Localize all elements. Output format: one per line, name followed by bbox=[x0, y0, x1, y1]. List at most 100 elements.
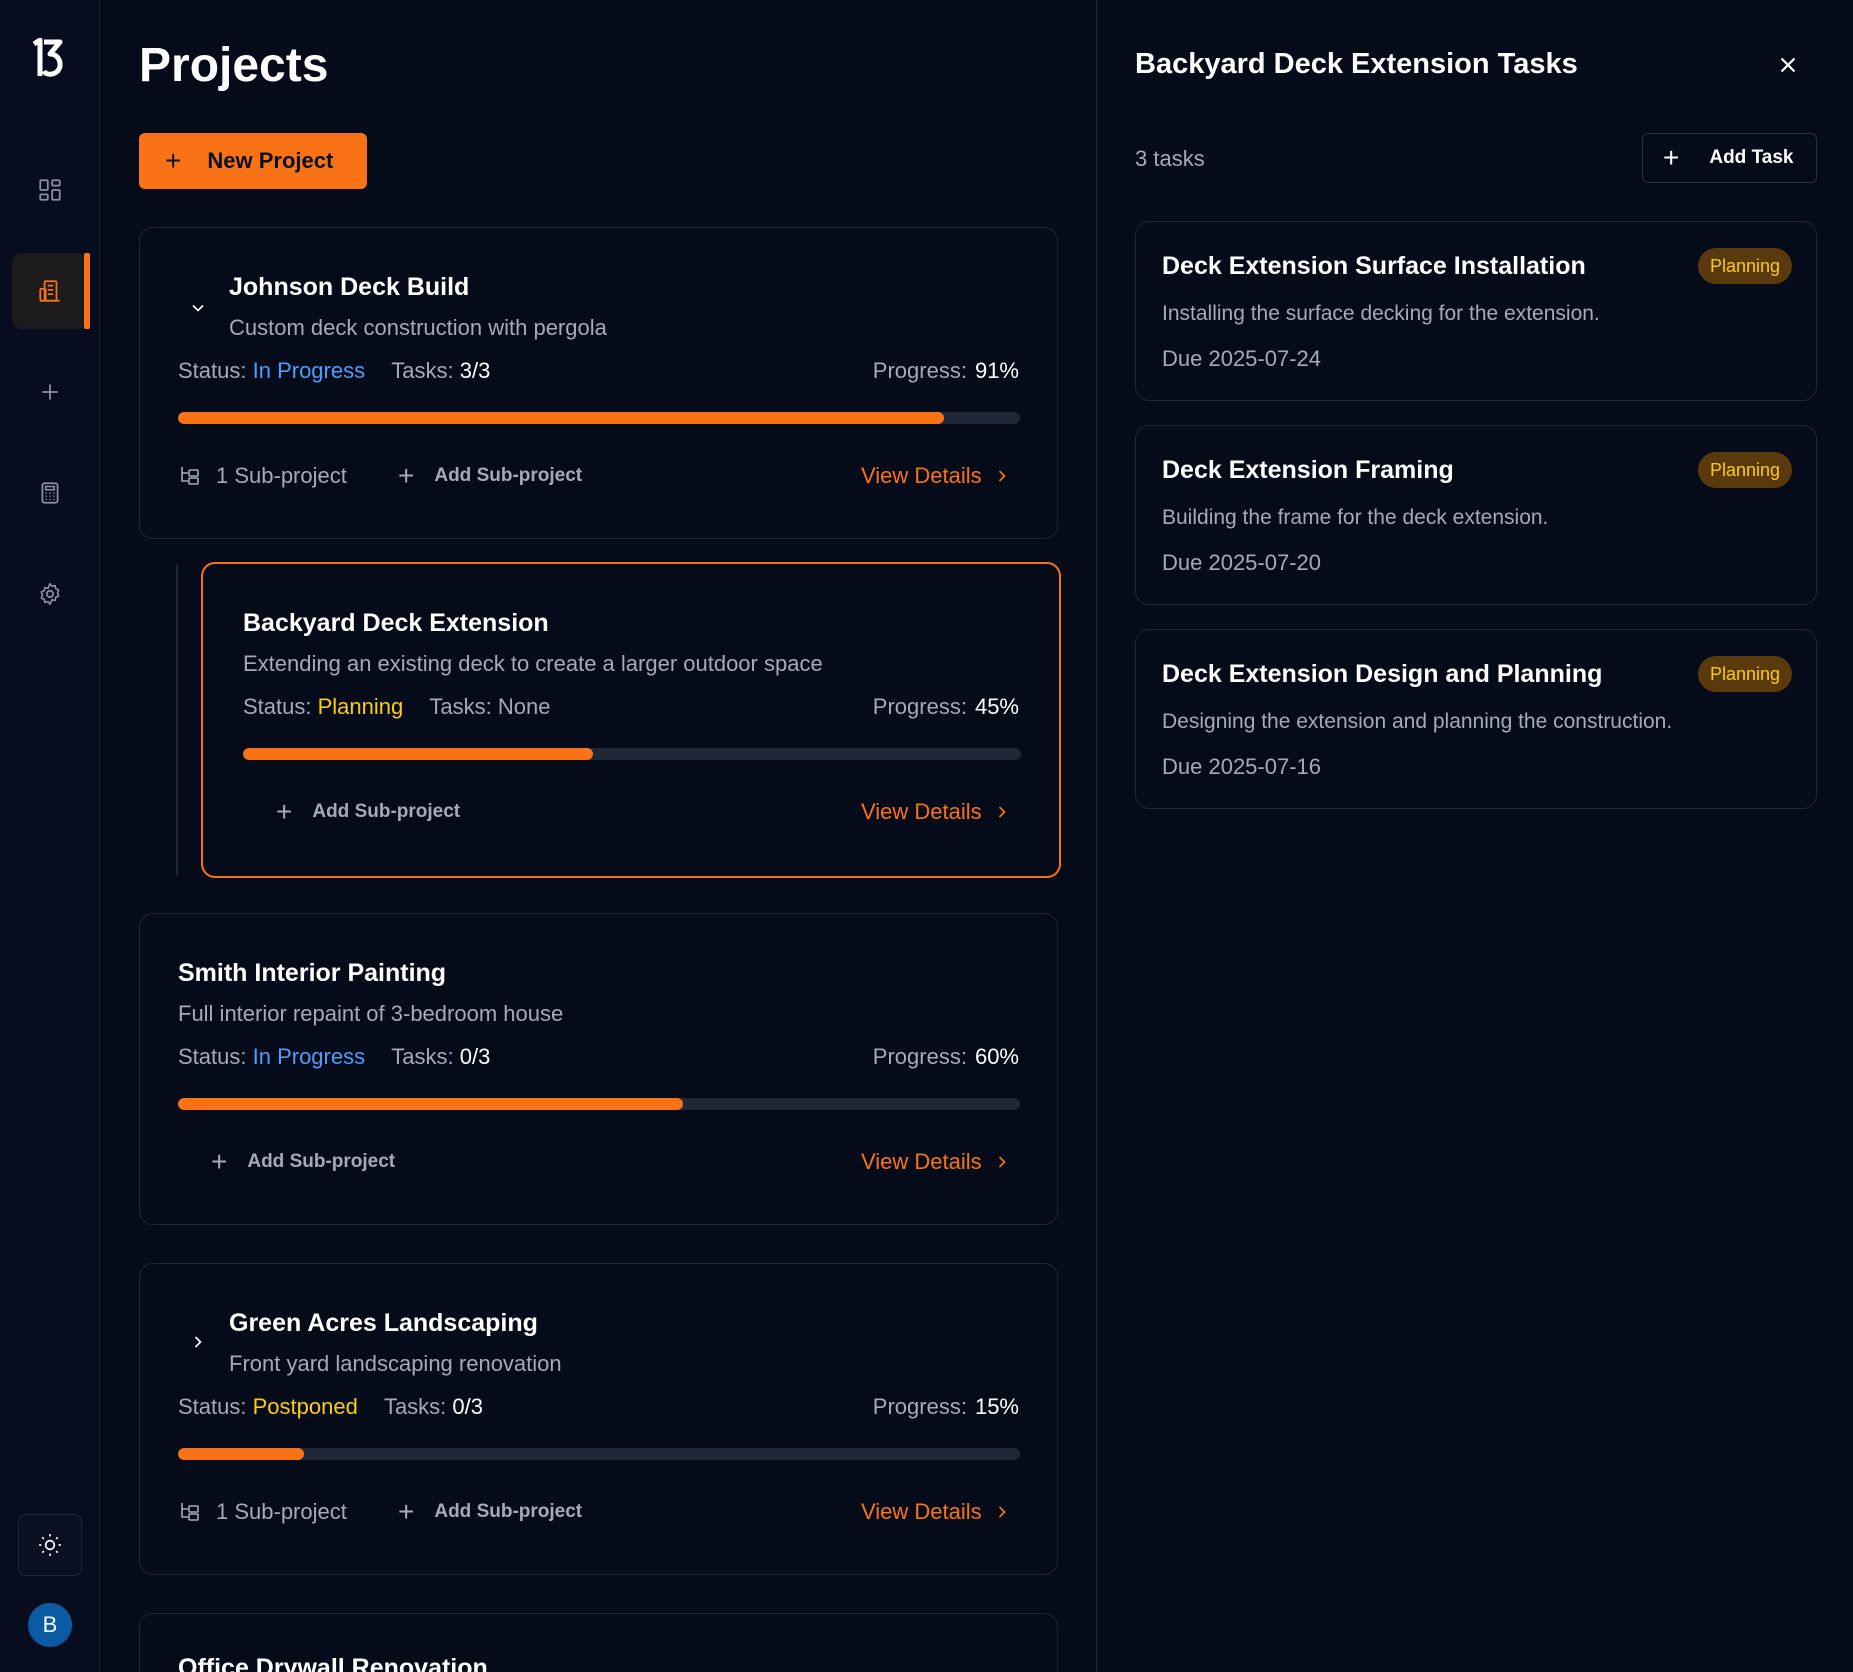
sub-project-count[interactable]: 1 Sub-project bbox=[178, 1499, 347, 1525]
project-title[interactable]: Backyard Deck Extension bbox=[243, 609, 549, 638]
add-sub-project-button[interactable]: + Add Sub-project bbox=[276, 796, 460, 828]
project-status-row: Status: In Progress Tasks: 3/3 bbox=[178, 358, 490, 384]
sub-project-count-label: 1 Sub-project bbox=[216, 463, 347, 488]
progress-label: Progress: 45% bbox=[873, 694, 1019, 720]
task-title: Deck Extension Surface Installation bbox=[1162, 252, 1586, 280]
progress-label: Progress: 15% bbox=[873, 1394, 1019, 1420]
project-status-row: Status: Planning Tasks: None bbox=[243, 694, 550, 720]
progress-value: 15% bbox=[974, 1394, 1019, 1419]
tasks-label: Tasks: bbox=[383, 1394, 447, 1419]
new-project-button[interactable]: + New Project bbox=[139, 133, 367, 189]
view-details-label: View Details bbox=[861, 1149, 982, 1174]
add-sub-project-button[interactable]: + Add Sub-project bbox=[211, 1146, 395, 1178]
view-details-link[interactable]: View Details bbox=[861, 1499, 1012, 1525]
progress-bar-fill bbox=[178, 1098, 684, 1110]
view-details-link[interactable]: View Details bbox=[861, 1149, 1012, 1175]
add-task-label: Add Task bbox=[1709, 147, 1794, 168]
progress-caption: Progress: bbox=[872, 358, 967, 383]
status-badge: Planning bbox=[1697, 248, 1792, 284]
progress-caption: Progress: bbox=[872, 694, 967, 719]
project-title[interactable]: Green Acres Landscaping bbox=[229, 1309, 538, 1338]
project-card-green-acres-landscaping[interactable]: Green Acres Landscaping Front yard lands… bbox=[139, 1263, 1058, 1575]
add-sub-project-label: Add Sub-project bbox=[434, 465, 583, 486]
view-details-label: View Details bbox=[861, 1499, 982, 1524]
task-due-date: Due 2025-07-20 bbox=[1162, 550, 1322, 575]
tasks-value: None bbox=[497, 694, 551, 719]
sidebar: B bbox=[0, 0, 100, 1672]
projects-building-icon bbox=[39, 280, 60, 302]
project-title[interactable]: Office Drywall Renovation bbox=[178, 1654, 488, 1672]
progress-label: Progress: 91% bbox=[873, 358, 1019, 384]
project-description: Front yard landscaping renovation bbox=[229, 1351, 562, 1376]
status-label: Status: bbox=[243, 694, 312, 719]
tasks-value: 0/3 bbox=[452, 1394, 484, 1419]
status-value: In Progress bbox=[252, 1044, 366, 1069]
status-badge: Planning bbox=[1697, 656, 1792, 692]
nav-settings[interactable] bbox=[12, 556, 88, 632]
plus-icon: + bbox=[276, 796, 293, 827]
sub-project-tree-icon bbox=[181, 467, 199, 485]
plus-icon: + bbox=[398, 1496, 415, 1527]
status-value: In Progress bbox=[252, 358, 366, 383]
status-label: Status: bbox=[178, 1394, 247, 1419]
theme-toggle-button[interactable] bbox=[18, 1514, 82, 1576]
task-card[interactable]: Deck Extension Design and Planning Plann… bbox=[1135, 629, 1817, 809]
progress-value: 60% bbox=[974, 1044, 1019, 1069]
app-logo[interactable] bbox=[30, 37, 70, 86]
project-title[interactable]: Johnson Deck Build bbox=[229, 273, 469, 302]
sub-project-tree-icon bbox=[181, 1503, 199, 1521]
progress-caption: Progress: bbox=[872, 1044, 967, 1069]
nav-dashboard[interactable] bbox=[12, 152, 88, 228]
progress-bar bbox=[178, 412, 1020, 424]
status-value: Postponed bbox=[252, 1394, 358, 1419]
chevron-right-icon bbox=[998, 1506, 1006, 1518]
tasks-label: Tasks: bbox=[391, 1044, 454, 1069]
status-value: Planning bbox=[317, 694, 404, 719]
task-due-date: Due 2025-07-24 bbox=[1162, 346, 1322, 371]
add-sub-project-button[interactable]: + Add Sub-project bbox=[398, 460, 582, 492]
user-avatar[interactable]: B bbox=[28, 1603, 72, 1647]
sub-project-count-label: 1 Sub-project bbox=[216, 1499, 347, 1524]
close-icon[interactable] bbox=[1775, 52, 1801, 78]
calculator-icon bbox=[41, 482, 59, 504]
project-card-johnson-deck-build[interactable]: Johnson Deck Build Custom deck construct… bbox=[139, 227, 1058, 539]
chevron-right-icon bbox=[998, 1156, 1006, 1168]
status-label: Status: bbox=[178, 358, 247, 383]
status-label: Status: bbox=[178, 1044, 247, 1069]
tasks-value: 3/3 bbox=[459, 358, 491, 383]
task-description: Designing the extension and planning the… bbox=[1162, 710, 1673, 733]
chevron-right-icon bbox=[998, 806, 1006, 818]
chevron-down-icon[interactable] bbox=[188, 298, 208, 318]
panel-title: Backyard Deck Extension Tasks bbox=[1135, 48, 1578, 80]
view-details-link[interactable]: View Details bbox=[861, 799, 1012, 825]
project-card-smith-interior-painting[interactable]: Smith Interior Painting Full interior re… bbox=[139, 913, 1058, 1225]
nav-add[interactable] bbox=[12, 354, 88, 430]
page-title: Projects bbox=[139, 39, 329, 92]
task-card[interactable]: Deck Extension Surface Installation Plan… bbox=[1135, 221, 1817, 401]
status-badge: Planning bbox=[1697, 452, 1792, 488]
task-title: Deck Extension Framing bbox=[1162, 456, 1454, 484]
add-sub-project-label: Add Sub-project bbox=[247, 1151, 396, 1172]
task-description: Installing the surface decking for the e… bbox=[1162, 302, 1600, 325]
project-status-row: Status: In Progress Tasks: 0/3 bbox=[178, 1044, 490, 1070]
add-task-button[interactable]: + Add Task bbox=[1642, 133, 1817, 183]
tasks-panel: Backyard Deck Extension Tasks 3 tasks + … bbox=[1096, 0, 1853, 1672]
project-card-office-drywall-renovation[interactable]: Office Drywall Renovation bbox=[139, 1613, 1058, 1672]
tasks-label: Tasks: bbox=[429, 694, 492, 719]
project-card-backyard-deck-extension[interactable]: Backyard Deck Extension Extending an exi… bbox=[201, 562, 1061, 878]
nav-calculator[interactable] bbox=[12, 455, 88, 531]
add-sub-project-button[interactable]: + Add Sub-project bbox=[398, 1496, 582, 1528]
chevron-right-icon[interactable] bbox=[188, 1332, 208, 1352]
plus-icon: + bbox=[211, 1146, 228, 1177]
project-description: Custom deck construction with pergola bbox=[229, 315, 607, 340]
nav-projects[interactable] bbox=[12, 253, 90, 329]
add-sub-project-label: Add Sub-project bbox=[434, 1501, 583, 1522]
view-details-link[interactable]: View Details bbox=[861, 463, 1012, 489]
project-description: Full interior repaint of 3-bedroom house bbox=[178, 1001, 564, 1026]
task-card[interactable]: Deck Extension Framing Planning Building… bbox=[1135, 425, 1817, 605]
sub-project-tree-line bbox=[176, 565, 178, 875]
project-title[interactable]: Smith Interior Painting bbox=[178, 959, 446, 988]
project-status-row: Status: Postponed Tasks: 0/3 bbox=[178, 1394, 483, 1420]
progress-bar-fill bbox=[243, 748, 594, 760]
sub-project-count[interactable]: 1 Sub-project bbox=[178, 463, 347, 489]
